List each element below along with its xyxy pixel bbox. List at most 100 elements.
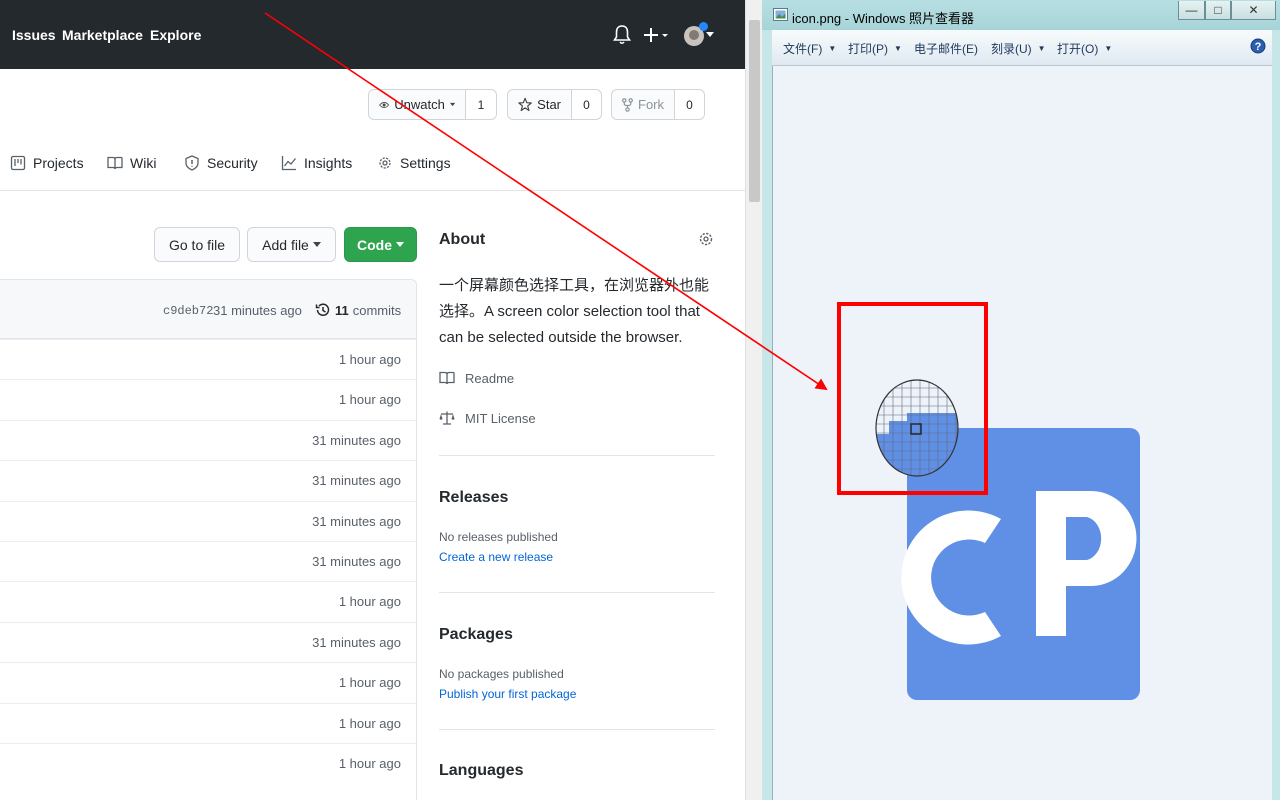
- readme-link[interactable]: Readme: [439, 370, 514, 386]
- history-icon: [315, 303, 330, 316]
- commit-sha[interactable]: c9deb72: [163, 304, 213, 318]
- file-row[interactable]: 31 minutes ago: [0, 541, 416, 582]
- eye-icon: [379, 101, 390, 108]
- commits-link[interactable]: 11 commits: [315, 302, 401, 318]
- dropdown-caret-icon: ▼: [1104, 44, 1113, 53]
- star-icon: [518, 97, 532, 112]
- packages-title[interactable]: Packages: [439, 626, 513, 644]
- image-file-icon: [773, 8, 788, 21]
- menu-burn[interactable]: 刻录(U) ▼: [991, 40, 1046, 57]
- file-row[interactable]: 1 hour ago: [0, 702, 416, 744]
- add-file-button[interactable]: Add file: [247, 227, 336, 262]
- menu-open[interactable]: 打开(O) ▼: [1057, 40, 1112, 57]
- nav-explore[interactable]: Explore: [150, 27, 201, 43]
- file-row[interactable]: 31 minutes ago: [0, 460, 416, 501]
- unwatch-button[interactable]: Unwatch: [369, 90, 466, 119]
- latest-commit-bar: c9deb72 31 minutes ago 11 commits: [0, 280, 416, 339]
- menu-file-label: 文件(F): [783, 42, 823, 56]
- file-row[interactable]: 1 hour ago: [0, 743, 416, 784]
- law-icon: [439, 411, 455, 425]
- book-icon: [107, 156, 123, 170]
- file-row-time: 1 hour ago: [338, 756, 401, 771]
- tab-settings-label: Settings: [400, 155, 451, 171]
- star-button[interactable]: Star: [508, 90, 572, 119]
- file-row[interactable]: 31 minutes ago: [0, 500, 416, 542]
- menu-print-label: 打印(P): [848, 42, 888, 56]
- page-scrollbar[interactable]: [745, 0, 762, 800]
- github-header: Issues Marketplace Explore: [0, 0, 745, 69]
- tab-wiki-label: Wiki: [130, 155, 157, 171]
- license-link[interactable]: MIT License: [439, 410, 536, 426]
- packages-empty: No packages published: [439, 667, 564, 681]
- menu-email[interactable]: 电子邮件(E): [914, 40, 978, 57]
- create-release-link[interactable]: Create a new release: [439, 550, 553, 564]
- file-row[interactable]: 1 hour ago: [0, 339, 416, 380]
- tab-security[interactable]: Security: [184, 155, 258, 171]
- add-file-label: Add file: [262, 236, 309, 253]
- file-row[interactable]: 31 minutes ago: [0, 419, 416, 461]
- file-row-time: 31 minutes ago: [312, 554, 401, 569]
- forks-count[interactable]: 0: [675, 90, 704, 119]
- about-description-line: 一个屏幕颜色选择工具，在浏览器外也能: [439, 277, 710, 294]
- file-row[interactable]: 1 hour ago: [0, 379, 416, 420]
- unwatch-button-group: Unwatch 1: [368, 89, 497, 120]
- tab-insights[interactable]: Insights: [281, 155, 352, 171]
- file-row[interactable]: 1 hour ago: [0, 581, 416, 622]
- menu-email-label: 电子邮件(E): [914, 42, 978, 56]
- minimize-button[interactable]: —: [1178, 1, 1205, 20]
- magnifier-lens-icon: [875, 379, 959, 477]
- project-icon: [10, 155, 26, 171]
- code-button[interactable]: Code: [344, 227, 417, 262]
- file-row[interactable]: 31 minutes ago: [0, 621, 416, 663]
- file-row-time: 31 minutes ago: [312, 432, 401, 448]
- about-title: About: [439, 231, 486, 248]
- file-row-time: 1 hour ago: [338, 715, 401, 731]
- repo-nav: Projects Wiki Security Insights Settings: [0, 140, 745, 191]
- dropdown-caret-icon: ▼: [894, 44, 902, 53]
- tab-settings[interactable]: Settings: [377, 155, 451, 171]
- file-row-time: 1 hour ago: [338, 675, 401, 691]
- image-canvas: [772, 66, 1272, 800]
- code-label: Code: [357, 236, 392, 253]
- nav-issues[interactable]: Issues: [12, 27, 56, 43]
- gear-icon[interactable]: [698, 231, 714, 247]
- window-titlebar[interactable]: icon.png - Windows 照片查看器 — □ ✕: [762, 0, 1280, 30]
- tab-security-label: Security: [207, 155, 258, 171]
- file-row-time: 1 hour ago: [338, 392, 401, 408]
- tab-insights-label: Insights: [304, 155, 353, 171]
- releases-title[interactable]: Releases: [439, 489, 508, 507]
- file-list: c9deb72 31 minutes ago 11 commits 1 hour…: [0, 279, 417, 800]
- chevron-down-icon: [449, 102, 455, 107]
- commits-count: 11: [335, 302, 349, 318]
- divider: [439, 455, 715, 456]
- help-icon[interactable]: ?: [1250, 38, 1266, 54]
- fork-button[interactable]: Fork: [612, 90, 675, 119]
- tab-projects-label: Projects: [33, 155, 84, 171]
- bell-icon[interactable]: [612, 24, 632, 46]
- tab-projects[interactable]: Projects: [10, 155, 84, 171]
- nav-marketplace[interactable]: Marketplace: [62, 27, 143, 43]
- go-to-file-button[interactable]: Go to file: [154, 227, 240, 262]
- close-button[interactable]: ✕: [1231, 1, 1276, 20]
- dropdown-caret-icon: ▼: [1037, 44, 1046, 53]
- divider: [439, 729, 715, 730]
- menu-burn-label: 刻录(U): [991, 42, 1032, 56]
- about-description-line: 选择。A screen color selection tool that: [439, 303, 700, 320]
- fork-label: Fork: [638, 97, 664, 112]
- plus-icon[interactable]: [644, 24, 670, 46]
- about-description: 一个屏幕颜色选择工具，在浏览器外也能 选择。A screen color sel…: [439, 273, 729, 351]
- tab-wiki[interactable]: Wiki: [107, 155, 156, 171]
- avatar-caret-icon[interactable]: [706, 32, 714, 38]
- photo-viewer-window: icon.png - Windows 照片查看器 — □ ✕ 文件(F) ▼ 打印…: [762, 0, 1280, 800]
- fork-button-group: Fork 0: [611, 89, 705, 120]
- notification-dot-icon: [699, 22, 708, 31]
- menu-print[interactable]: 打印(P) ▼: [848, 40, 902, 57]
- maximize-button[interactable]: □: [1205, 1, 1231, 20]
- scrollbar-thumb[interactable]: [749, 20, 760, 202]
- publish-package-link[interactable]: Publish your first package: [439, 687, 576, 701]
- file-row[interactable]: 1 hour ago: [0, 662, 416, 703]
- dropdown-caret-icon: ▼: [828, 44, 837, 53]
- stars-count[interactable]: 0: [572, 90, 601, 119]
- watchers-count[interactable]: 1: [466, 90, 496, 119]
- menu-file[interactable]: 文件(F) ▼: [783, 40, 836, 57]
